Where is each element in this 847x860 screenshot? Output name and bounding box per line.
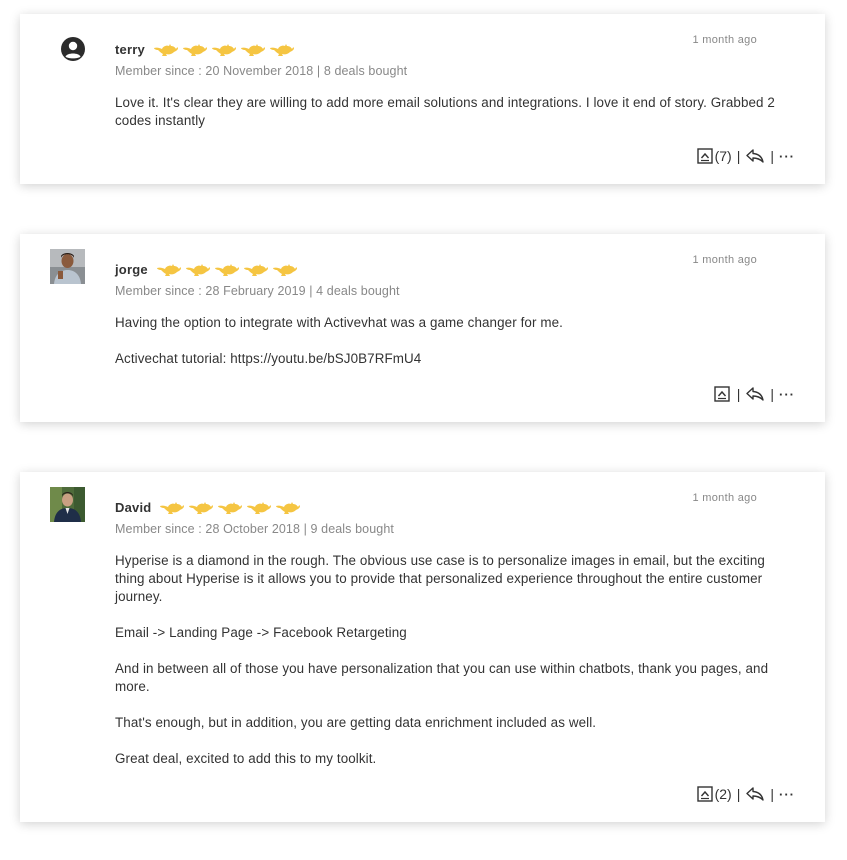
review-header: terry: [115, 41, 295, 57]
divider: |: [736, 386, 741, 402]
review-body: Love it. It's clear they are willing to …: [115, 94, 795, 130]
genie-lamp-icon: [185, 261, 211, 277]
genie-lamp-icon: [211, 41, 237, 57]
upvote-icon: [714, 386, 730, 402]
review-paragraph: [115, 642, 795, 660]
rating-lamps: [156, 261, 298, 277]
rating-lamps: [153, 41, 295, 57]
username[interactable]: terry: [115, 42, 145, 57]
review-card: terry Member since : 20 November 2018 | …: [20, 14, 825, 184]
divider: |: [736, 148, 741, 164]
review-paragraph: Email -> Landing Page -> Facebook Retarg…: [115, 625, 407, 640]
member-info: Member since : 28 October 2018 | 9 deals…: [115, 522, 394, 536]
upvote-button[interactable]: (2): [696, 786, 732, 802]
genie-lamp-icon: [272, 261, 298, 277]
upvote-icon: [696, 148, 713, 164]
more-options-button[interactable]: ···: [779, 149, 795, 164]
genie-lamp-icon: [217, 499, 243, 515]
member-info: Member since : 28 February 2019 | 4 deal…: [115, 284, 400, 298]
reply-button[interactable]: [745, 148, 765, 164]
review-actions: (7) | | ···: [696, 148, 795, 164]
genie-lamp-icon: [243, 261, 269, 277]
reply-icon: [746, 387, 765, 401]
review-header: David: [115, 499, 301, 515]
reply-icon: [746, 149, 765, 163]
review-paragraph: Activechat tutorial: https://youtu.be/bS…: [115, 351, 422, 366]
genie-lamp-icon: [246, 499, 272, 515]
genie-lamp-icon: [188, 499, 214, 515]
genie-lamp-icon: [214, 261, 240, 277]
divider: |: [770, 386, 774, 402]
upvote-count: (2): [714, 786, 732, 802]
user-circle-icon[interactable]: [60, 36, 86, 62]
review-body: Having the option to integrate with Acti…: [115, 314, 795, 368]
username[interactable]: jorge: [115, 262, 148, 277]
review-paragraph: Love it. It's clear they are willing to …: [115, 95, 775, 128]
review-paragraph: Great deal, excited to add this to my to…: [115, 751, 377, 766]
review-paragraph: That's enough, but in addition, you are …: [115, 715, 597, 730]
upvote-button[interactable]: (7): [696, 148, 732, 164]
divider: |: [736, 786, 741, 802]
avatar[interactable]: [50, 487, 85, 522]
more-options-button[interactable]: ···: [779, 787, 795, 802]
rating-lamps: [159, 499, 301, 515]
username[interactable]: David: [115, 500, 151, 515]
review-paragraph: [115, 332, 795, 350]
review-card: jorge Member since : 28 February 2019 | …: [20, 234, 825, 422]
review-paragraph: And in between all of those you have per…: [115, 661, 769, 694]
upvote-button[interactable]: [714, 386, 732, 402]
upvote-count: (7): [714, 148, 732, 164]
review-timestamp: 1 month ago: [692, 492, 757, 504]
genie-lamp-icon: [159, 499, 185, 515]
reply-button[interactable]: [745, 386, 765, 402]
divider: |: [770, 786, 774, 802]
review-card: David Member since : 28 October 2018 | 9…: [20, 472, 825, 822]
review-actions: | | ···: [714, 386, 795, 402]
review-paragraph: Hyperise is a diamond in the rough. The …: [115, 553, 765, 604]
reply-icon: [746, 787, 765, 801]
upvote-icon: [696, 786, 713, 802]
divider: |: [770, 148, 774, 164]
reply-button[interactable]: [745, 786, 765, 802]
genie-lamp-icon: [153, 41, 179, 57]
genie-lamp-icon: [269, 41, 295, 57]
review-timestamp: 1 month ago: [692, 34, 757, 46]
more-options-button[interactable]: ···: [779, 387, 795, 402]
genie-lamp-icon: [156, 261, 182, 277]
review-paragraph: [115, 732, 795, 750]
avatar[interactable]: [50, 249, 85, 284]
review-timestamp: 1 month ago: [692, 254, 757, 266]
review-header: jorge: [115, 261, 298, 277]
genie-lamp-icon: [275, 499, 301, 515]
review-paragraph: Having the option to integrate with Acti…: [115, 315, 563, 330]
genie-lamp-icon: [240, 41, 266, 57]
review-body: Hyperise is a diamond in the rough. The …: [115, 552, 795, 768]
review-paragraph: [115, 606, 795, 624]
genie-lamp-icon: [182, 41, 208, 57]
review-actions: (2) | | ···: [696, 786, 795, 802]
review-paragraph: [115, 696, 795, 714]
member-info: Member since : 20 November 2018 | 8 deal…: [115, 64, 408, 78]
